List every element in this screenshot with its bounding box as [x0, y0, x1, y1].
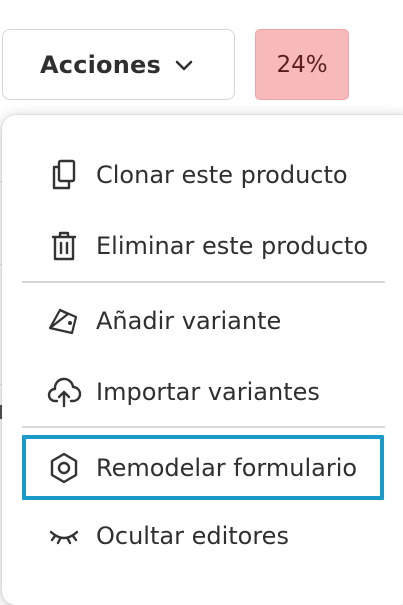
actions-label: Acciones: [40, 50, 161, 79]
tag-icon: [48, 308, 78, 335]
menu-item-add-variant[interactable]: Añadir variante: [22, 291, 384, 351]
menu-item-label: Importar variantes: [96, 378, 320, 406]
menu-item-label: Eliminar este producto: [96, 232, 369, 260]
menu-item-import-variants[interactable]: Importar variantes: [22, 362, 384, 422]
percent-badge: 24%: [255, 29, 349, 100]
menu-divider: [22, 426, 385, 428]
menu-item-reshape-form[interactable]: Remodelar formulario: [22, 435, 384, 500]
menu-item-label: Ocultar editores: [96, 522, 289, 550]
trash-icon: [51, 231, 77, 261]
menu-item-hide-editors[interactable]: Ocultar editores: [22, 506, 384, 566]
menu-divider: [22, 281, 385, 283]
menu-item-label: Clonar este producto: [96, 161, 348, 189]
menu-item-label: Remodelar formulario: [96, 453, 358, 482]
menu-item-clone[interactable]: Clonar este producto: [22, 145, 384, 205]
eye-closed-icon: [49, 530, 79, 545]
cloud-upload-icon: [47, 377, 82, 408]
clone-icon: [52, 159, 76, 190]
actions-menu: Clonar este producto Eliminar este produ…: [2, 115, 403, 605]
menu-item-delete[interactable]: Eliminar este producto: [22, 216, 384, 276]
hexagon-settings-icon: [50, 452, 78, 483]
chevron-down-icon: [175, 60, 193, 71]
actions-dropdown-button[interactable]: Acciones: [2, 29, 235, 100]
menu-item-label: Añadir variante: [96, 307, 282, 335]
